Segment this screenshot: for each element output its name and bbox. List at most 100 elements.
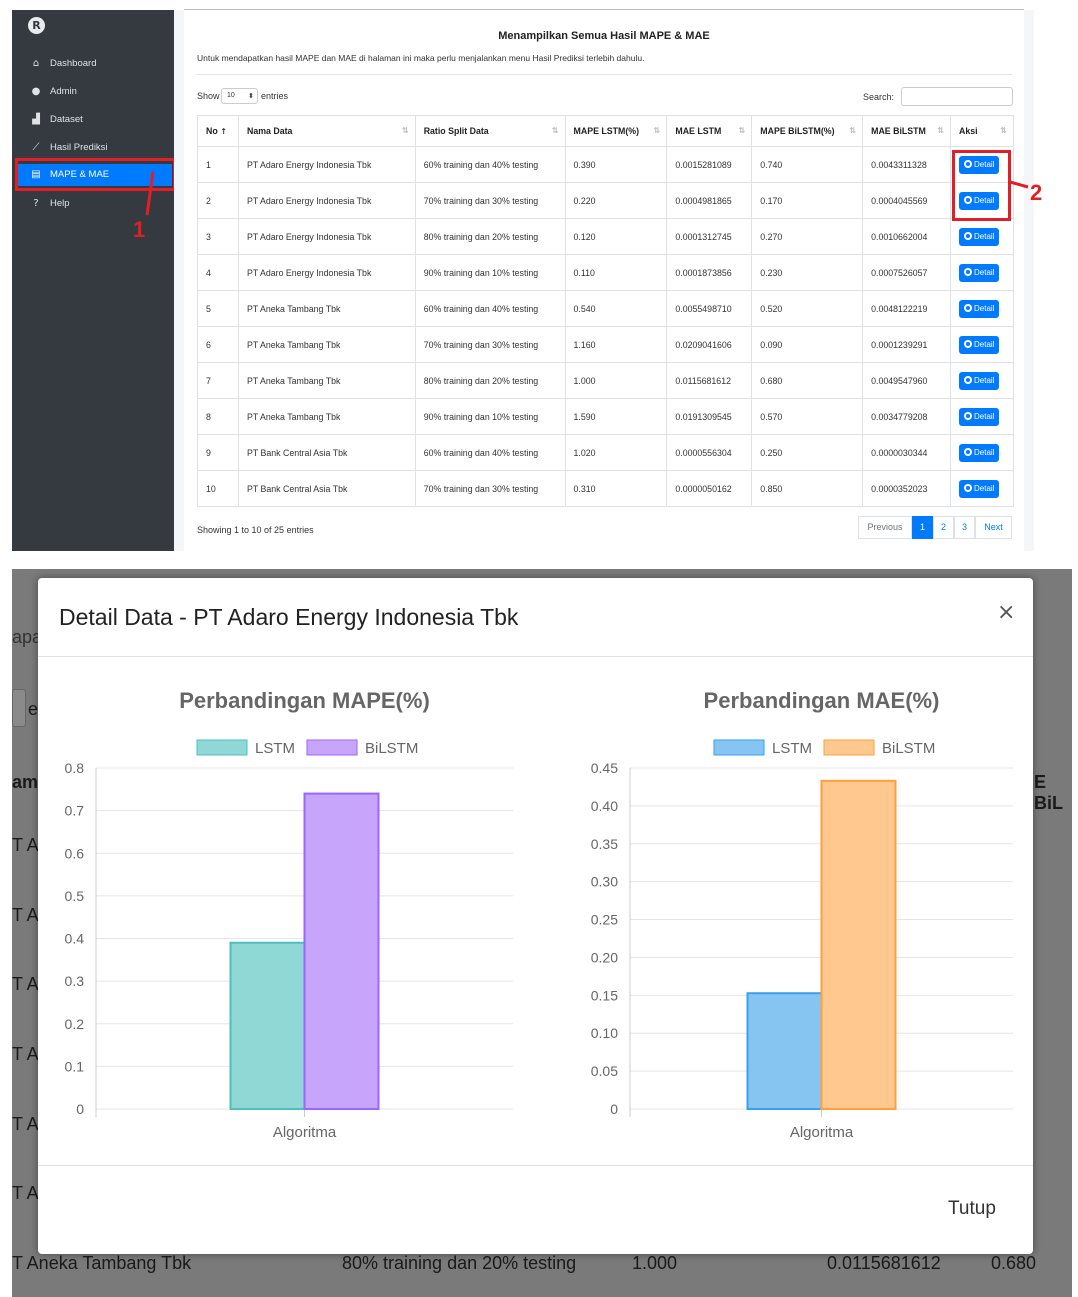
detail-button-label: Detail [974, 447, 995, 457]
table-cell-aksi: Detail [950, 218, 1014, 255]
eye-icon [964, 231, 972, 240]
detail-button[interactable]: Detail [959, 407, 1000, 426]
tutup-button[interactable]: Tutup [948, 1198, 996, 1220]
column-header-mape-bilstm[interactable]: MAPE BiLSTM(%) ⇅ [751, 115, 864, 147]
legend-swatch [306, 739, 358, 756]
background-text: E BiL [1034, 772, 1063, 813]
mae-chart: Perbandingan MAE(%) LSTM BiLSTM 0 0.05 0.10 0.… [591, 688, 1013, 1141]
column-header-mape-lstm[interactable]: MAPE LSTM(%) ⇅ [564, 115, 668, 147]
background-text: e [28, 699, 39, 719]
table-cell: 0.0000030344 [862, 434, 951, 471]
sidebar-item-dashboard[interactable]: ⌂ Dashboard [16, 53, 172, 75]
detail-button[interactable]: Detail [959, 443, 1000, 462]
detail-button[interactable]: Detail [959, 299, 1000, 318]
table-cell: 1.160 [564, 326, 668, 363]
table-cell: 0.0001312745 [666, 218, 753, 255]
detail-button[interactable]: Detail [959, 371, 1000, 390]
table-cell: 1 [197, 146, 239, 183]
y-tick-label: 0.4 [65, 931, 85, 947]
bar-lstm [746, 992, 823, 1110]
table-cell: 0.270 [751, 218, 864, 255]
table-cell: 6 [197, 326, 239, 363]
sidebar-item-dataset[interactable]: ▟ Dataset [16, 109, 172, 131]
table-cell: PT Adaro Energy Indonesia Tbk [237, 254, 416, 291]
table-cell: 0.090 [751, 326, 864, 363]
y-tick-label: 0 [610, 1101, 618, 1117]
y-tick-label: 0.25 [591, 912, 618, 928]
table-cell: 0.570 [751, 398, 864, 435]
y-tick-label: 0.5 [65, 888, 85, 904]
chart-title: Perbandingan MAPE(%) [179, 688, 430, 713]
pagination-next[interactable]: Next [975, 516, 1012, 539]
sort-icon: ⇅ [653, 126, 661, 135]
table-cell: 0.0015281089 [666, 146, 753, 183]
table-row: 3 PT Adaro Energy Indonesia Tbk 80% traini… [197, 218, 1014, 255]
table-cell: 0.110 [564, 254, 668, 291]
table-cell: 0.0055498710 [666, 290, 753, 327]
chart-title: Perbandingan MAE(%) [704, 688, 940, 713]
annotation-label-1: 1 [133, 217, 146, 242]
table-cell: 0.230 [751, 254, 864, 291]
sidebar-item-admin[interactable]: ● Admin [16, 81, 172, 103]
legend-label: LSTM [255, 740, 295, 757]
y-tick-label: 0.40 [591, 798, 618, 814]
table-cell: 70% training dan 30% testing [414, 182, 566, 219]
table-cell: PT Adaro Energy Indonesia Tbk [237, 146, 416, 183]
table-cell: 1.590 [564, 398, 668, 435]
column-header-no[interactable]: No ↑ [197, 115, 239, 147]
card-title: Menampilkan Semua Hasil MAPE & MAE [498, 30, 710, 42]
table-row: 10 PT Bank Central Asia Tbk 70% training d… [197, 470, 1014, 507]
detail-button[interactable]: Detail [959, 479, 1000, 498]
table-row: 5 PT Aneka Tambang Tbk 60% training dan 40… [197, 290, 1014, 327]
search-input[interactable] [901, 87, 1013, 106]
sort-icon: ⇅ [738, 126, 746, 135]
table-cell: 0.0001239291 [862, 326, 951, 363]
eye-icon [964, 303, 972, 312]
detail-button[interactable]: Detail [959, 335, 1000, 354]
app-logo: R [28, 17, 45, 34]
detail-button[interactable]: Detail [959, 263, 1000, 282]
table-cell: 0.170 [751, 182, 864, 219]
close-icon[interactable]: × [997, 600, 1015, 625]
background-select [12, 689, 26, 727]
table-row: 6 PT Aneka Tambang Tbk 70% training dan 30… [197, 326, 1014, 363]
eye-icon [964, 375, 972, 384]
legend-swatch [823, 739, 875, 756]
column-header-mae-bilstm[interactable]: MAE BiLSTM ⇅ [862, 115, 951, 147]
detail-button-label: Detail [974, 411, 995, 421]
table-cell: 0.0000050162 [666, 470, 753, 507]
column-header-nama-data[interactable]: Nama Data ⇅ [237, 115, 416, 147]
entries-select[interactable]: 10 ⬍ [221, 88, 258, 104]
column-header-mae-lstm[interactable]: MAE LSTM ⇅ [666, 115, 753, 147]
y-tick-label: 0.1 [65, 1058, 85, 1074]
table-cell: 0.0115681612 [666, 362, 753, 399]
annotation-box-2 [952, 150, 1011, 221]
sidebar-item-hasil-prediksi[interactable]: ⟋ Hasil Prediksi [16, 137, 172, 159]
table-cell: 70% training dan 30% testing [414, 470, 566, 507]
table-cell: 0.120 [564, 218, 668, 255]
table-cell: 0.540 [564, 290, 668, 327]
pagination-page-3[interactable]: 3 [954, 516, 975, 539]
y-tick-label: 0.2 [65, 1016, 85, 1032]
column-header-aksi[interactable]: Aksi ⇅ [950, 115, 1014, 147]
pagination-page-1[interactable]: 1 [912, 516, 933, 539]
table-cell: PT Aneka Tambang Tbk [237, 326, 416, 363]
bar-lstm [229, 941, 306, 1111]
table-cell: 80% training dan 20% testing [414, 218, 566, 255]
sort-icon: ⇅ [1000, 126, 1007, 135]
sort-icon: ⇅ [401, 126, 409, 135]
column-header-ratio[interactable]: Ratio Split Data ⇅ [414, 115, 566, 147]
y-tick-label: 0.15 [591, 987, 618, 1003]
pagination-previous[interactable]: Previous [858, 516, 912, 539]
sidebar-item-label: Dashboard [50, 58, 97, 69]
detail-button[interactable]: Detail [959, 227, 1000, 246]
user-icon: ● [31, 86, 41, 97]
sidebar-item-label: Dataset [50, 114, 83, 125]
table-cell-aksi: Detail [950, 326, 1014, 363]
modal-title: Detail Data - PT Adaro Energy Indonesia … [59, 604, 519, 630]
sort-icon: ⇅ [551, 126, 559, 135]
table-cell: PT Adaro Energy Indonesia Tbk [237, 182, 416, 219]
pagination-page-2[interactable]: 2 [933, 516, 954, 539]
legend-swatch [196, 739, 248, 756]
background-text: am [12, 772, 39, 792]
